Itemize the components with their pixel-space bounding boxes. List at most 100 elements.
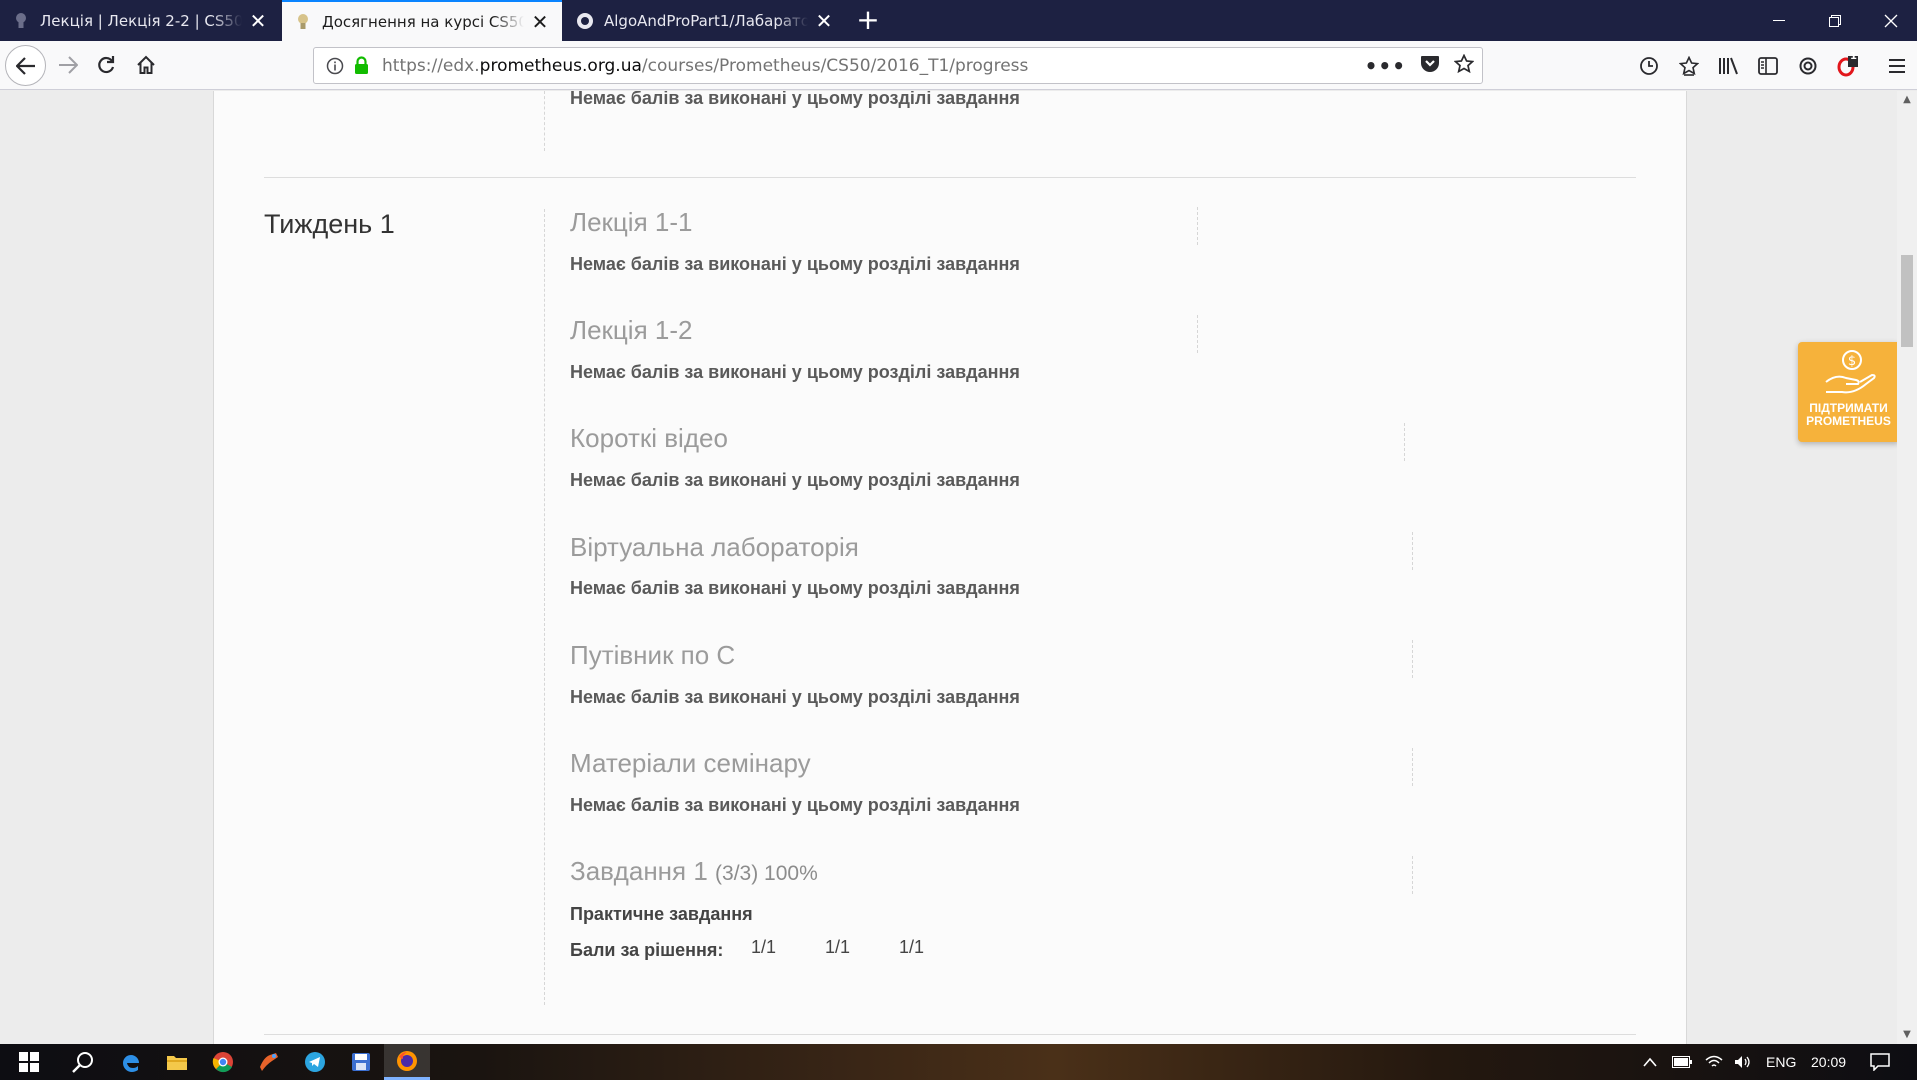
paint-app-icon[interactable]	[246, 1044, 292, 1080]
save-app-icon[interactable]	[338, 1044, 384, 1080]
url-text[interactable]: https://edx.prometheus.org.ua/courses/Pr…	[382, 56, 1028, 76]
subsection-divider	[1197, 315, 1198, 353]
notifications-icon[interactable]	[1870, 1044, 1890, 1080]
windows-start-icon[interactable]	[6, 1044, 52, 1080]
reading-list-icon[interactable]	[1674, 51, 1704, 81]
subsection-title[interactable]: Матеріали семінару	[570, 748, 811, 779]
bulb-icon	[294, 13, 312, 31]
support-label: ПІДТРИМАТИ PROMETHEUS	[1798, 402, 1897, 428]
subsection-title[interactable]: Путівник по С	[570, 640, 735, 671]
opera-extension-icon[interactable]: 1	[1833, 51, 1863, 81]
subsection-title[interactable]: Віртуальна лабораторія	[570, 532, 859, 563]
tab-title: Лекція | Лекція 2-2 | CS50 Змін	[40, 11, 242, 30]
more-actions-icon[interactable]: •••	[1365, 54, 1406, 78]
reload-button[interactable]	[88, 47, 124, 83]
subsection-title[interactable]: Короткі відео	[570, 423, 728, 454]
scores-label: Бали за рішення:	[570, 940, 724, 960]
file-explorer-icon[interactable]	[154, 1044, 200, 1080]
support-prometheus-button[interactable]: $ ПІДТРИМАТИ PROMETHEUS	[1798, 342, 1897, 442]
show-hidden-icons[interactable]	[1643, 1044, 1657, 1080]
tab-strip: Лекція | Лекція 2-2 | CS50 Змін ✕ Досягн…	[0, 0, 1917, 41]
tab-title: Досягнення на курсі CS50 | Pr	[322, 12, 524, 31]
subsection-divider	[1412, 748, 1413, 786]
scroll-up-arrow[interactable]: ▲	[1897, 91, 1917, 109]
url-bar[interactable]: https://edx.prometheus.org.ua/courses/Pr…	[313, 47, 1483, 84]
tab-github[interactable]: AlgoAndProPart1/Лабараторні ✕	[564, 0, 846, 41]
subsection-note: Немає балів за виконані у цьому розділі …	[570, 470, 1020, 490]
battery-icon[interactable]	[1672, 1044, 1692, 1080]
donate-hand-icon: $	[1825, 350, 1876, 394]
back-button[interactable]	[5, 45, 46, 86]
subsection-note: Немає балів за виконані у цьому розділі …	[570, 687, 1020, 707]
volume-icon[interactable]	[1734, 1044, 1752, 1080]
menu-icon[interactable]	[1882, 51, 1912, 81]
navigation-bar: https://edx.prometheus.org.ua/courses/Pr…	[0, 41, 1917, 90]
section-separator	[264, 1034, 1636, 1035]
sidebar-icon[interactable]	[1753, 51, 1783, 81]
subsection-divider	[1412, 532, 1413, 570]
sync-icon[interactable]	[1793, 51, 1823, 81]
subsection-divider	[1404, 423, 1405, 461]
info-icon[interactable]	[324, 55, 346, 77]
assignment-name: Завдання 1	[570, 856, 708, 886]
firefox-icon[interactable]	[384, 1044, 430, 1080]
url-path: /courses/Prometheus/CS50/2016_T1/progres…	[641, 55, 1029, 76]
github-icon	[576, 12, 594, 30]
minimize-button[interactable]	[1751, 0, 1807, 41]
subsection-note: Немає балів за виконані у цьому розділі …	[570, 362, 1020, 382]
language-indicator[interactable]: ENG	[1766, 1044, 1796, 1080]
week-title: Тиждень 1	[264, 209, 395, 239]
library-icon[interactable]	[1714, 51, 1744, 81]
subsection-note: Немає балів за виконані у цьому розділі …	[570, 795, 1020, 815]
history-icon[interactable]	[1634, 51, 1664, 81]
week-divider-line	[544, 209, 545, 1005]
close-tab-icon[interactable]: ✕	[814, 9, 834, 33]
notification-badge: 1	[1850, 51, 1857, 62]
scrollbar-thumb[interactable]	[1901, 255, 1913, 347]
problem-score: 1/1	[899, 937, 925, 957]
lock-icon[interactable]	[352, 55, 370, 77]
bulb-icon	[12, 12, 30, 30]
support-label-line2: PROMETHEUS	[1806, 414, 1891, 428]
wifi-icon[interactable]	[1705, 1044, 1723, 1080]
clock[interactable]: 20:09	[1811, 1044, 1846, 1080]
section-divider-line	[544, 91, 545, 151]
url-prefix: https://edx.	[382, 55, 480, 76]
subsection-title[interactable]: Лекція 1-1	[570, 207, 692, 238]
url-domain: prometheus.org.ua	[479, 55, 642, 76]
scroll-down-arrow[interactable]: ▼	[1897, 1026, 1917, 1044]
chrome-icon[interactable]	[200, 1044, 246, 1080]
subsection-divider	[1412, 856, 1413, 894]
telegram-icon[interactable]	[292, 1044, 338, 1080]
problem-score: 1/1	[751, 937, 777, 957]
subsection-note: Немає балів за виконані у цьому розділі …	[570, 254, 1020, 274]
subsection-divider	[1412, 640, 1413, 678]
previous-section-note: Немає балів за виконані у цьому розділі …	[570, 91, 1020, 108]
problem-score: 1/1	[825, 937, 851, 957]
subsection-divider	[1197, 207, 1198, 245]
subsection-title[interactable]: Лекція 1-2	[570, 315, 692, 346]
tab-title: AlgoAndProPart1/Лабараторні	[604, 11, 808, 30]
section-separator	[264, 177, 1636, 178]
home-button[interactable]	[128, 47, 164, 83]
close-tab-icon[interactable]: ✕	[530, 10, 550, 34]
assignment-score: (3/3) 100%	[715, 862, 818, 885]
progress-content: Немає балів за виконані у цьому розділі …	[213, 91, 1687, 1044]
tab-progress[interactable]: Досягнення на курсі CS50 | Pr ✕	[282, 0, 562, 41]
svg-text:$: $	[1848, 354, 1856, 369]
close-window-button[interactable]	[1863, 0, 1917, 41]
close-tab-icon[interactable]: ✕	[248, 9, 268, 33]
restore-button[interactable]	[1807, 0, 1863, 41]
new-tab-button[interactable]: +	[852, 5, 884, 37]
pocket-icon[interactable]	[1420, 55, 1440, 77]
tab-lecture[interactable]: Лекція | Лекція 2-2 | CS50 Змін ✕	[0, 0, 280, 41]
subsection-note: Немає балів за виконані у цьому розділі …	[570, 578, 1020, 598]
page-viewport: Немає балів за виконані у цьому розділі …	[0, 91, 1897, 1044]
edge-icon[interactable]	[108, 1044, 154, 1080]
search-icon[interactable]	[60, 1044, 106, 1080]
forward-button[interactable]	[50, 47, 86, 83]
bookmark-star-icon[interactable]	[1453, 53, 1475, 78]
scrollbar[interactable]: ▲ ▼	[1897, 91, 1917, 1044]
assignment-title[interactable]: Завдання 1 (3/3) 100%	[570, 856, 818, 887]
assignment-type: Практичне завдання	[570, 904, 753, 924]
